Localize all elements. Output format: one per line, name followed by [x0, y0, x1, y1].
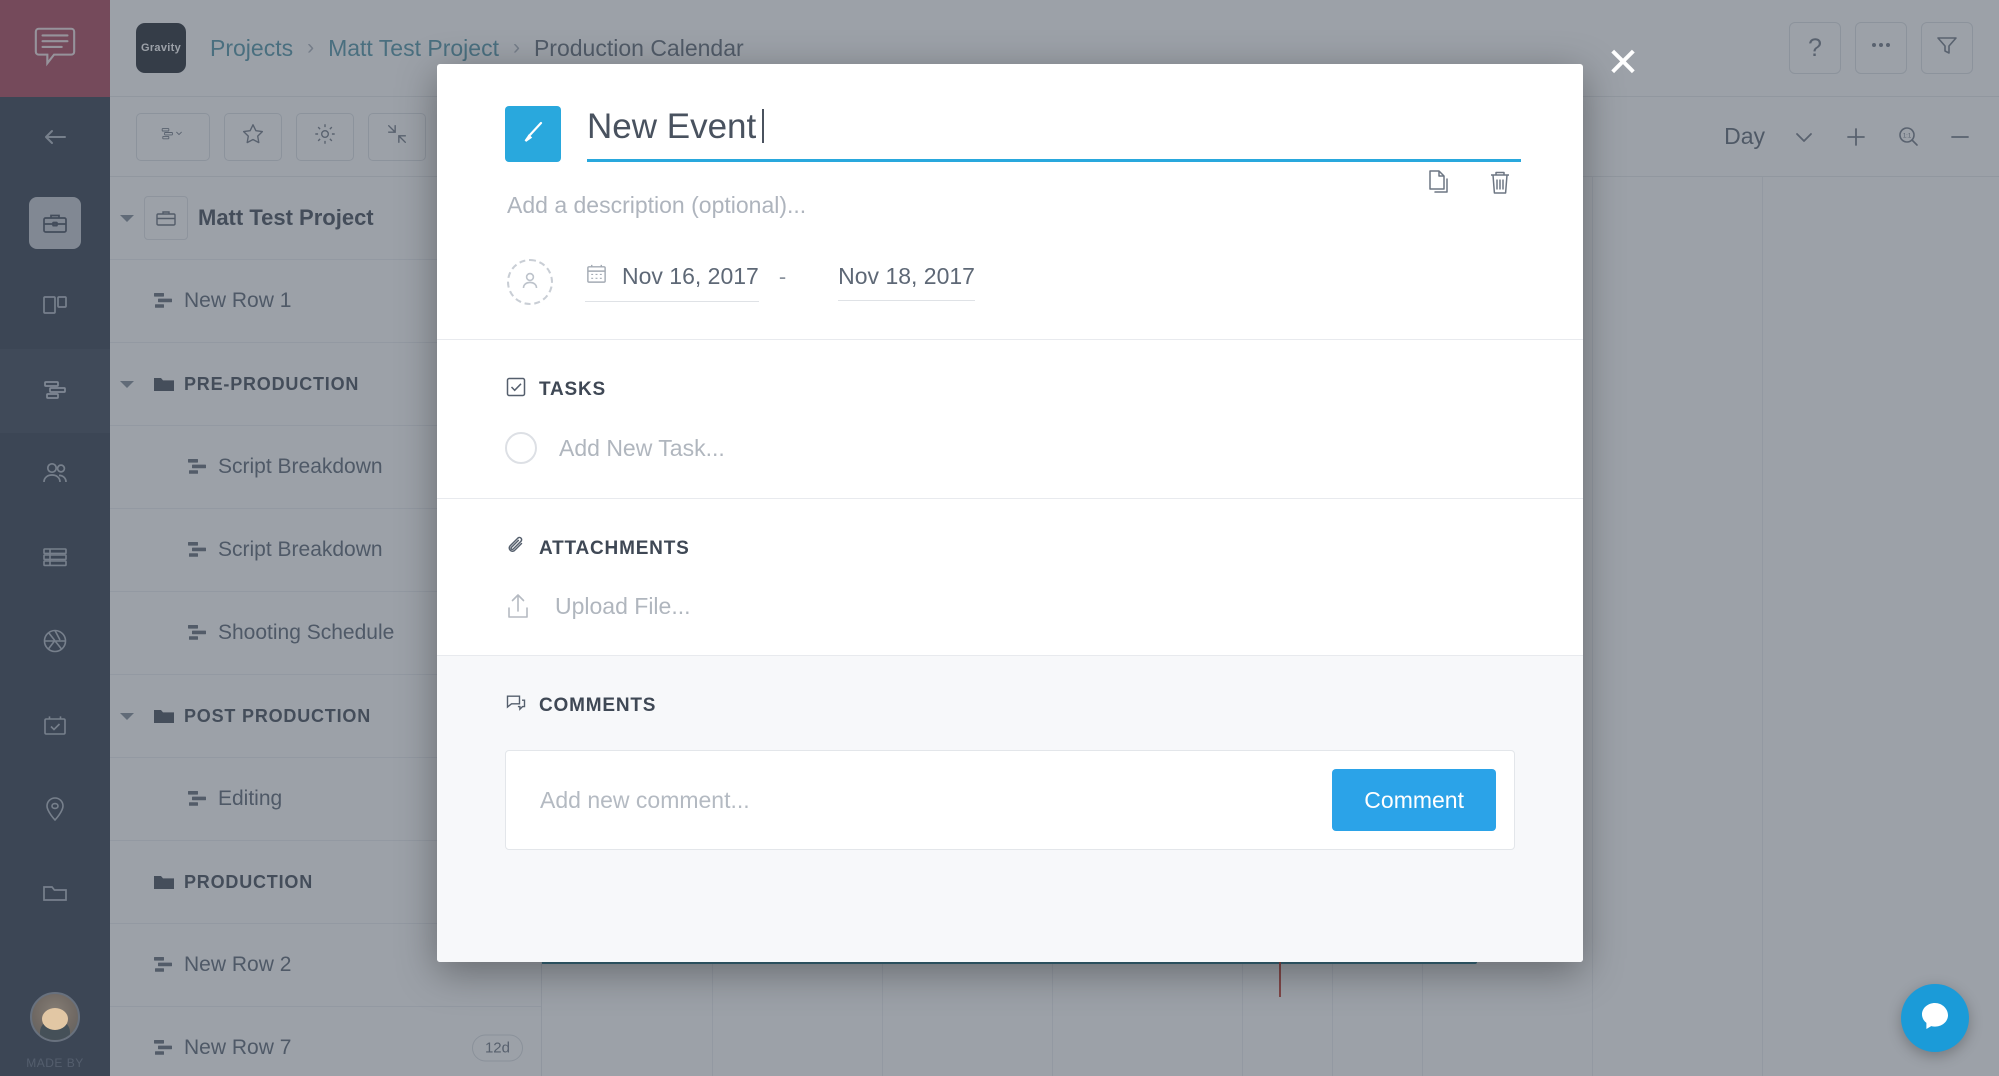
support-chat-button[interactable] [1901, 984, 1969, 1052]
comment-bubble-icon [505, 692, 539, 720]
comments-title-label: COMMENTS [539, 695, 657, 716]
comments-section: COMMENTS Add new comment... Comment [437, 655, 1583, 962]
paperclip-icon [505, 535, 539, 563]
tasks-section: TASKS Add New Task... [437, 340, 1583, 498]
upload-file-row[interactable]: Upload File... [505, 591, 1515, 621]
event-meta-row: Nov 16, 2017 - Nov 18, 2017 [505, 259, 1521, 305]
checkbox-icon [505, 376, 539, 404]
comment-input[interactable]: Add new comment... [540, 787, 1332, 814]
app-root: MADE BY Gravity Projects › Matt Test Pro… [0, 0, 1999, 1076]
intercom-chat-icon [1918, 999, 1952, 1038]
upload-file-label[interactable]: Upload File... [555, 593, 691, 620]
task-checkbox-icon[interactable] [505, 432, 537, 464]
event-description-input[interactable]: Add a description (optional)... [505, 192, 1521, 219]
add-task-input[interactable]: Add New Task... [559, 435, 725, 462]
attachments-section: ATTACHMENTS Upload File... [437, 499, 1583, 655]
assignee-picker[interactable] [507, 259, 553, 305]
event-title-row: New Event [505, 106, 1521, 162]
end-date-value: Nov 18, 2017 [838, 263, 975, 289]
modal-header: New Event Add a description (optional)..… [437, 64, 1583, 339]
comments-section-title: COMMENTS [505, 692, 1515, 720]
event-detail-modal: New Event Add a description (optional)..… [437, 64, 1583, 962]
event-title-value: New Event [587, 107, 757, 146]
trash-icon[interactable] [1485, 168, 1515, 203]
event-color-swatch[interactable] [505, 106, 561, 162]
add-task-row[interactable]: Add New Task... [505, 432, 1515, 464]
attachments-section-title: ATTACHMENTS [505, 535, 1515, 563]
upload-icon[interactable] [505, 591, 533, 621]
duplicate-icon[interactable] [1425, 168, 1455, 203]
end-date-field[interactable]: Nov 18, 2017 [838, 263, 975, 301]
calendar-icon [585, 262, 622, 291]
modal-header-actions [1425, 168, 1515, 203]
start-date-field[interactable]: Nov 16, 2017 [585, 262, 759, 302]
person-placeholder-icon [518, 268, 542, 297]
tasks-title-label: TASKS [539, 379, 606, 400]
date-range-separator: - [778, 264, 787, 289]
paintbrush-icon [518, 117, 548, 152]
close-modal-button[interactable]: ✕ [1600, 42, 1646, 88]
comment-composer[interactable]: Add new comment... Comment [505, 750, 1515, 850]
start-date-value: Nov 16, 2017 [622, 263, 759, 289]
comment-submit-button[interactable]: Comment [1332, 769, 1496, 831]
attachments-title-label: ATTACHMENTS [539, 538, 690, 559]
text-cursor [762, 109, 765, 143]
event-title-field[interactable]: New Event [587, 107, 1521, 162]
close-icon: ✕ [1606, 41, 1640, 85]
tasks-section-title: TASKS [505, 376, 1515, 404]
